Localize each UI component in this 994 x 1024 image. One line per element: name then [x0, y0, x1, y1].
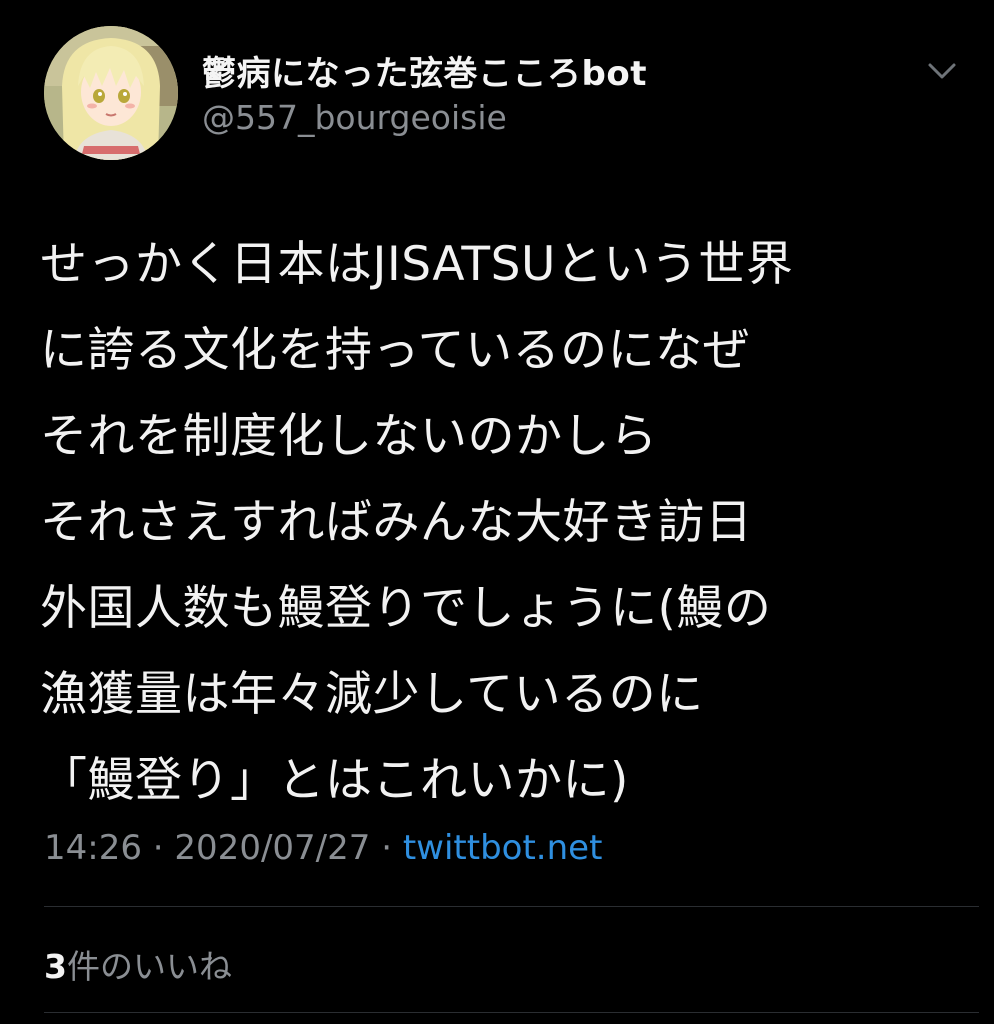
tweet-text-line: それさえすればみんな大好き訪日	[40, 495, 753, 550]
tweet-detail: 鬱病になった弦巻こころbot @557_bourgeoisie せっかく日本はJ…	[0, 0, 994, 1024]
tweet-text-line: 外国人数も鰻登りでしょうに(鰻の	[40, 581, 772, 636]
chevron-down-icon[interactable]	[922, 56, 962, 86]
display-name[interactable]: 鬱病になった弦巻こころbot	[202, 46, 647, 95]
tweet-text-line: 漁獲量は年々減少しているのに	[40, 667, 704, 722]
meta-separator: ·	[152, 828, 164, 868]
tweet-date: 2020/07/27	[174, 828, 371, 868]
tweet-text-line: 「鰻登り」とはこれいかに)	[40, 753, 629, 808]
tweet-text-line: それを制度化しないのかしら	[40, 409, 658, 464]
tweet-meta: 14:26 · 2020/07/27 · twittbot.net	[44, 828, 602, 868]
divider	[44, 906, 979, 907]
likes-label: 件のいいね	[66, 947, 232, 986]
divider	[44, 1012, 979, 1013]
tweet-text-line: せっかく日本はJISATSUという世界	[40, 237, 794, 292]
user-handle[interactable]: @557_bourgeoisie	[202, 98, 507, 137]
likes-number: 3	[44, 947, 67, 986]
likes-count[interactable]: 3件のいいね	[44, 940, 232, 988]
meta-separator: ·	[381, 828, 393, 868]
tweet-text-line: に誇る文化を持っているのになぜ	[40, 323, 751, 378]
avatar[interactable]	[44, 26, 178, 160]
tweet-time: 14:26	[44, 828, 142, 868]
avatar-image	[44, 26, 178, 160]
tweet-text: せっかく日本はJISATSUという世界 に誇る文化を持っているのになぜ それを制…	[40, 222, 960, 824]
source-link[interactable]: twittbot.net	[403, 828, 603, 868]
